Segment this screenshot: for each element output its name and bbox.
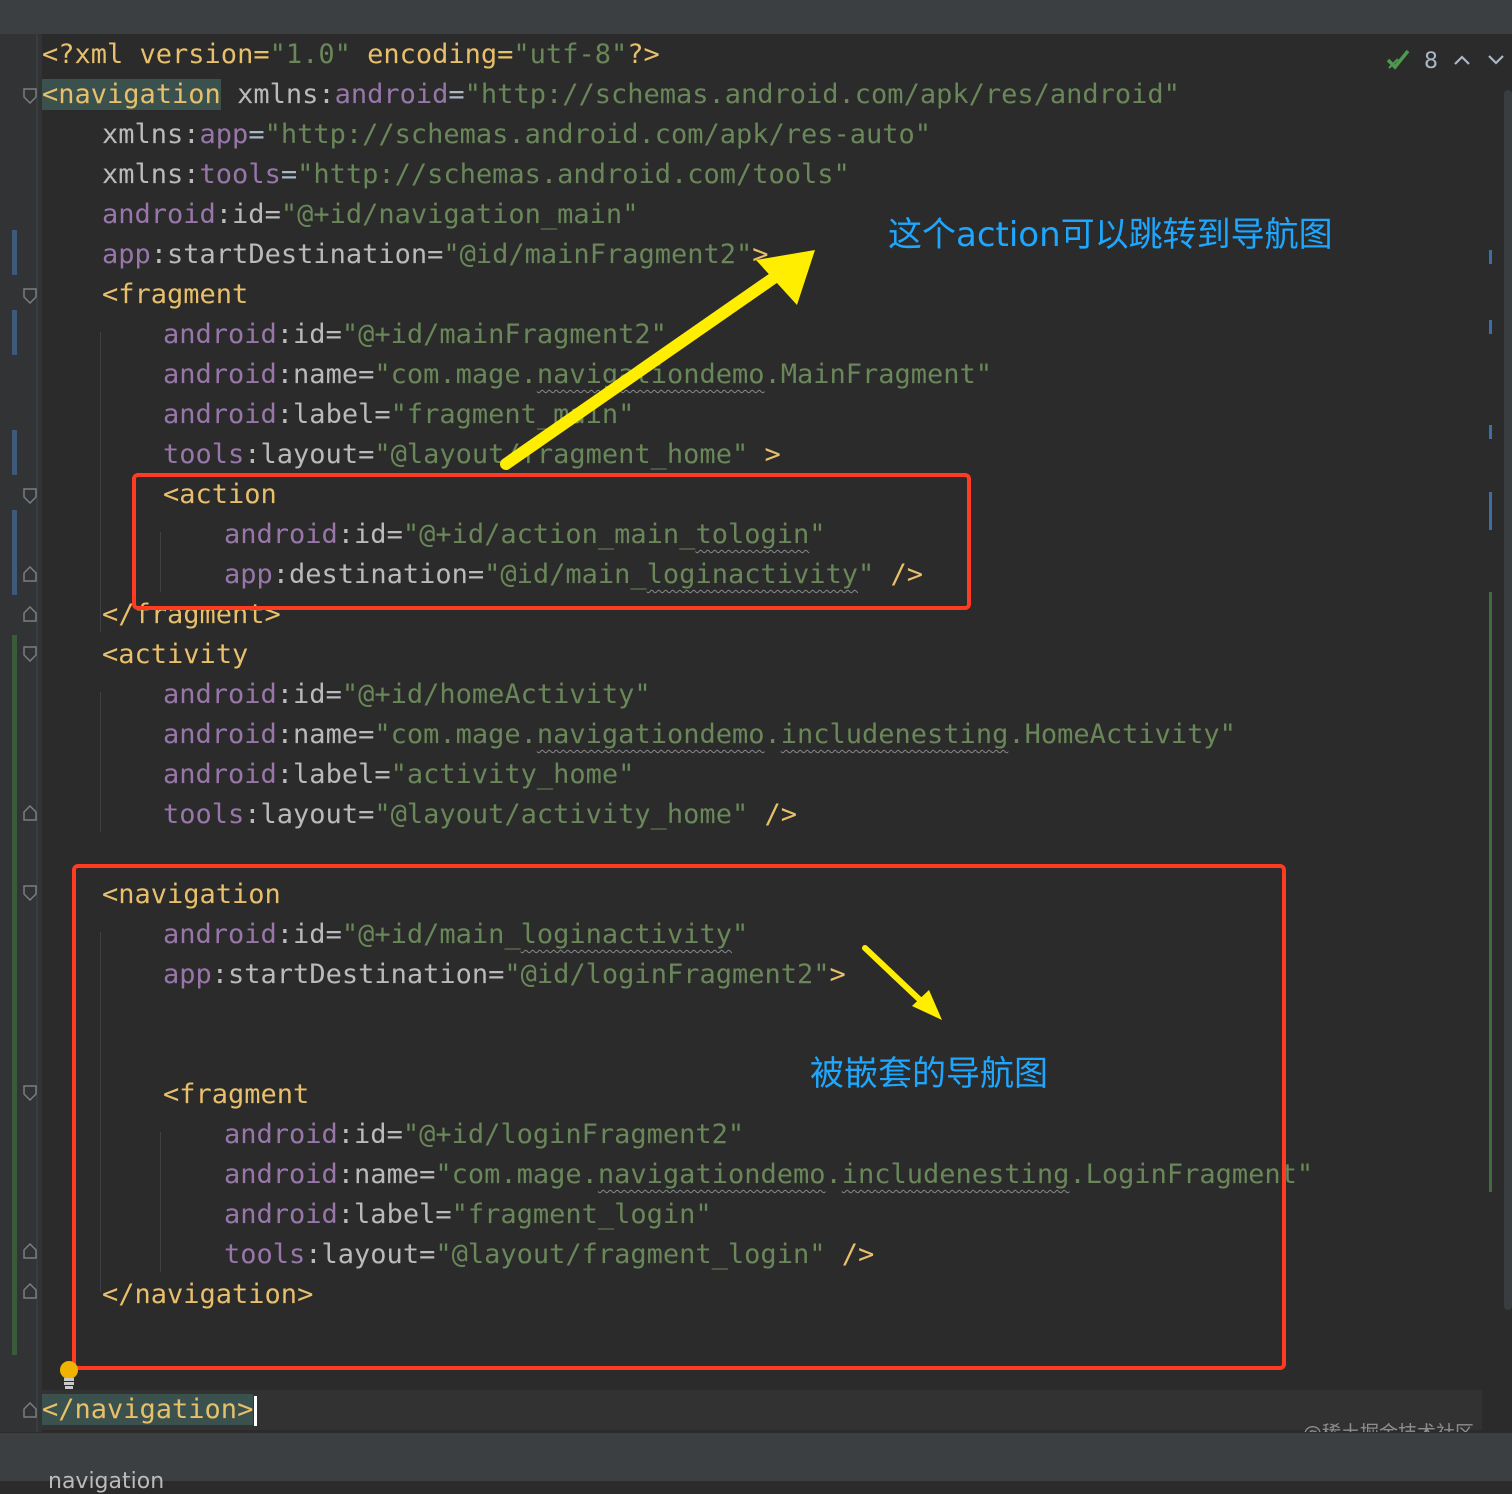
nested-annotation-label: 被嵌套的导航图 <box>810 1054 1048 1094</box>
breadcrumb-item[interactable]: navigation <box>48 1469 164 1494</box>
annotation-arrow-shaft <box>862 945 923 1003</box>
lightbulb-icon[interactable] <box>58 1360 80 1390</box>
annotation-arrow-shaft <box>500 271 781 470</box>
action-annotation-label: 这个action可以跳转到导航图 <box>888 215 1333 255</box>
breadcrumb-bar: navigation <box>0 1432 1512 1494</box>
